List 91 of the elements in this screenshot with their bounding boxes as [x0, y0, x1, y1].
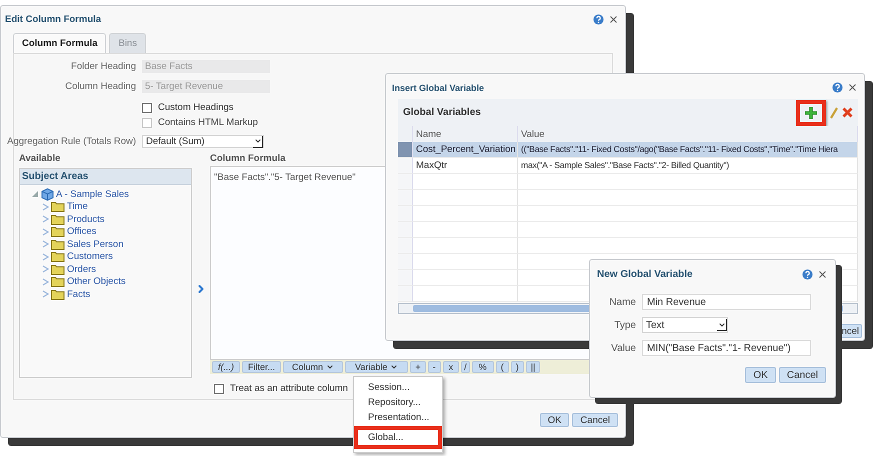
- dialog-button[interactable]: Cancel: [572, 413, 618, 427]
- field-label: Aggregation Rule (Totals Row): [6, 136, 136, 147]
- aggregation-select[interactable]: Default (Sum): [142, 135, 264, 148]
- folder-icon: [51, 251, 65, 262]
- row-selector[interactable]: [398, 286, 413, 302]
- tree-item[interactable]: Orders: [67, 264, 96, 275]
- field-label: Folder Heading: [70, 61, 136, 72]
- toolbar-button[interactable]: x: [442, 361, 460, 373]
- close-icon[interactable]: [847, 82, 858, 93]
- delete-icon[interactable]: [842, 107, 853, 118]
- row-selector[interactable]: [398, 222, 413, 238]
- folder-icon: [51, 201, 65, 212]
- toolbar-button[interactable]: f(...): [212, 361, 240, 373]
- toolbar-button[interactable]: Column: [283, 361, 344, 373]
- table-cell: Cost_Percent_Variation: [413, 142, 518, 158]
- help-icon[interactable]: [832, 82, 843, 93]
- read-only-field: Base Facts: [142, 60, 270, 73]
- checkbox-label: Treat as an attribute column: [230, 383, 348, 394]
- menu-item[interactable]: Repository...: [354, 395, 442, 410]
- row-selector[interactable]: [398, 254, 413, 270]
- type-select[interactable]: Text: [642, 317, 728, 333]
- table-cell: MaxQtr: [413, 158, 518, 174]
- checkbox[interactable]: [142, 102, 152, 112]
- row-selector[interactable]: [398, 206, 413, 222]
- help-icon[interactable]: [593, 14, 604, 25]
- pencil-icon[interactable]: [830, 106, 838, 118]
- toolbar-button[interactable]: Filter...: [242, 361, 282, 373]
- tree-item[interactable]: Customers: [67, 251, 113, 262]
- section-label: Column Formula: [210, 153, 287, 164]
- dialog-button[interactable]: OK: [745, 367, 776, 383]
- row-selector[interactable]: [398, 158, 413, 174]
- tree-item[interactable]: Sales Person: [67, 238, 124, 250]
- tree-item[interactable]: Offices: [67, 226, 96, 238]
- dialog-title: Edit Column Formula: [5, 14, 102, 25]
- tree-item[interactable]: Time: [67, 201, 88, 212]
- tab[interactable]: Column Formula: [13, 33, 106, 53]
- input-field[interactable]: MIN("Base Facts"."1- Revenue"): [642, 340, 811, 356]
- cube-icon: [41, 188, 54, 201]
- column-header: Name: [413, 126, 518, 142]
- caret-icon: [326, 363, 334, 371]
- close-icon[interactable]: [817, 269, 828, 280]
- menu-item[interactable]: Global...: [354, 426, 442, 449]
- row-selector[interactable]: [398, 142, 413, 158]
- tree-item[interactable]: Facts: [67, 288, 90, 300]
- field-label: Type: [613, 320, 636, 330]
- toolbar-button[interactable]: ||: [526, 361, 540, 373]
- field-label: Name: [608, 296, 636, 308]
- column-header: Value: [518, 126, 858, 142]
- table-cell: max("A - Sample Sales"."Base Facts"."2- Billed Quantity"): [518, 158, 858, 174]
- close-icon[interactable]: [608, 14, 619, 25]
- dialog-button[interactable]: OK: [540, 413, 570, 427]
- checkbox-label: Custom Headings: [158, 102, 234, 113]
- table-cell: (("Base Facts"."11- Fixed Costs"/ago("Base Facts"."11- Fixed Costs","Time"."Time Hiera: [518, 142, 858, 158]
- add-icon[interactable]: [805, 106, 817, 118]
- folder-icon: [51, 238, 65, 250]
- toolbar-button[interactable]: %: [472, 361, 494, 373]
- dialog-button[interactable]: Cancel: [778, 367, 826, 383]
- field-label: Column Heading: [64, 81, 136, 92]
- toolbar-button[interactable]: (: [496, 361, 509, 373]
- toolbar-button[interactable]: Variable: [345, 361, 408, 373]
- row-selector[interactable]: [398, 174, 413, 190]
- row-selector[interactable]: [398, 270, 413, 286]
- toolbar-button[interactable]: -: [428, 361, 441, 373]
- folder-icon: [51, 214, 65, 225]
- tree-item[interactable]: A - Sample Sales: [56, 188, 129, 200]
- field-label: Value: [610, 342, 636, 354]
- toolbar-button[interactable]: /: [461, 361, 470, 373]
- menu-item[interactable]: Presentation...: [354, 410, 442, 425]
- grid-title: Global Variables: [403, 107, 481, 118]
- panel-header: Subject Areas: [20, 169, 191, 185]
- checkbox-label: Contains HTML Markup: [158, 117, 258, 128]
- folder-icon: [51, 226, 65, 238]
- checkbox[interactable]: [214, 384, 224, 394]
- expand-arrow-icon[interactable]: [32, 190, 39, 198]
- folder-icon: [51, 276, 65, 288]
- toolbar-button[interactable]: +: [410, 361, 426, 373]
- folder-icon: [51, 264, 65, 275]
- section-label: Available: [19, 153, 62, 164]
- tree-item[interactable]: Products: [67, 214, 104, 225]
- read-only-field: 5- Target Revenue: [142, 80, 270, 93]
- dialog-title: New Global Variable: [597, 269, 693, 280]
- input-field[interactable]: Min Revenue: [642, 294, 811, 310]
- caret-icon: [390, 363, 398, 371]
- tree-item[interactable]: Other Objects: [67, 276, 126, 288]
- toolbar-button[interactable]: ): [510, 361, 524, 373]
- row-selector[interactable]: [398, 190, 413, 206]
- menu-item[interactable]: Session...: [354, 380, 442, 395]
- dialog-title: Insert Global Variable: [392, 82, 484, 92]
- row-selector[interactable]: [398, 238, 413, 254]
- help-icon[interactable]: [802, 269, 813, 280]
- folder-icon: [51, 288, 65, 300]
